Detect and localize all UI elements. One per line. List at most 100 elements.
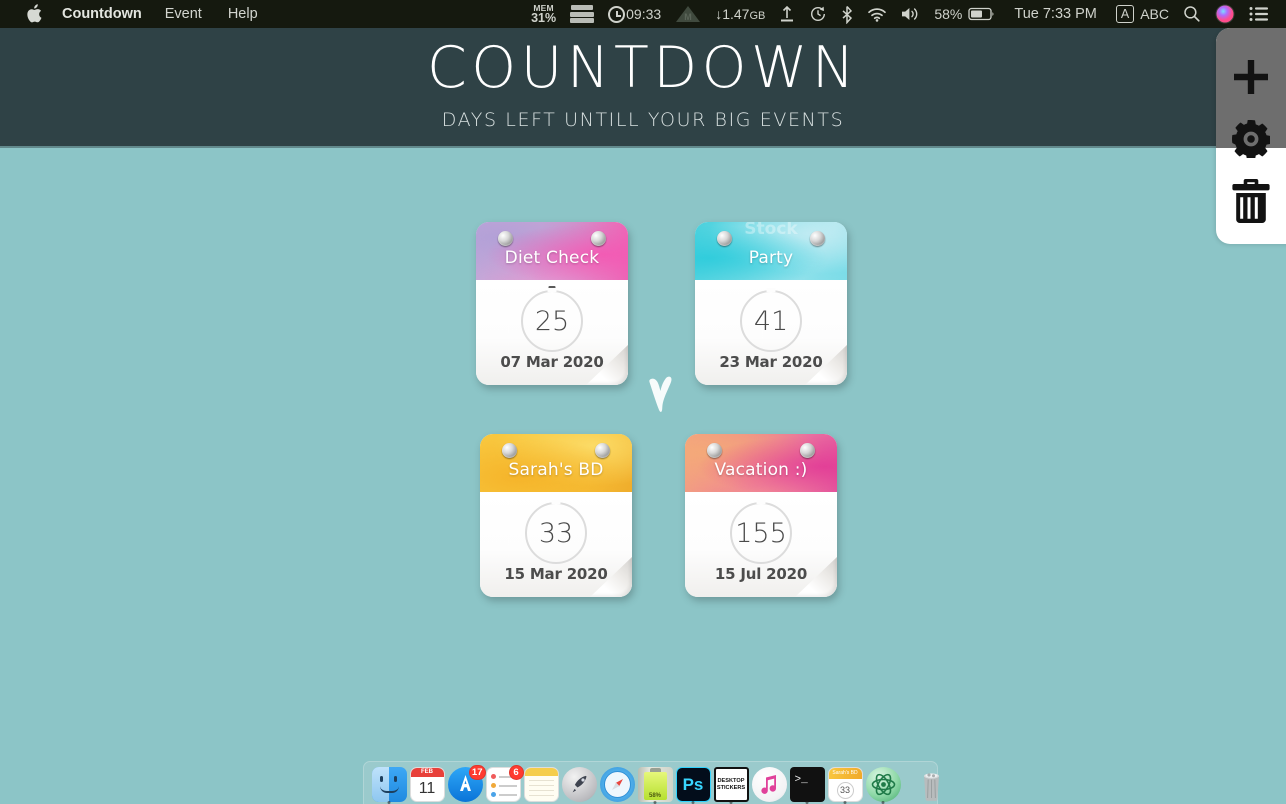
dock-item-photoshop[interactable]: Ps	[675, 767, 711, 804]
wifi-icon	[868, 8, 887, 22]
card-header: Diet Check	[476, 222, 628, 280]
grommet-icon	[800, 443, 815, 458]
delete-event-button[interactable]	[1216, 170, 1286, 232]
status-upload[interactable]	[772, 5, 802, 23]
menu-item-countdown[interactable]: Countdown	[46, 0, 152, 28]
status-network[interactable]: ↓1.47GB	[708, 6, 772, 22]
event-card[interactable]: Diet Check 25 07 Mar 2020	[476, 222, 628, 385]
dock-item-desktop-stickers[interactable]: DESKTOP STICKERS	[713, 767, 749, 804]
event-card-grid: Diet Check 25 07 Mar 2020 Stock Party 41…	[0, 148, 1216, 748]
card-body: 41 23 Mar 2020	[695, 280, 847, 385]
grommet-icon	[707, 443, 722, 458]
desktop-stickers-label: DESKTOP STICKERS	[716, 777, 746, 791]
grommet-icon	[591, 231, 606, 246]
gear-icon	[1232, 120, 1270, 158]
svg-text:M: M	[684, 12, 692, 22]
card-title: Diet Check	[504, 248, 600, 268]
countdown-dock-days: 33	[836, 781, 854, 799]
ring-tick-icon	[548, 286, 556, 289]
uptime-value: 09:33	[626, 6, 662, 22]
card-title: Vacation :)	[714, 460, 808, 480]
days-remaining: 33	[538, 517, 574, 549]
days-ring: 33	[525, 502, 587, 564]
status-time-machine[interactable]	[802, 5, 834, 23]
upload-icon	[781, 5, 794, 22]
event-card[interactable]: Vacation :) 155 15 Jul 2020	[685, 434, 837, 597]
calendar-day: 11	[418, 780, 436, 797]
plus-icon	[1234, 60, 1268, 94]
card-title: Party	[748, 248, 794, 268]
status-memory[interactable]: MEM 31%	[524, 3, 563, 25]
input-source-badge: A	[1115, 5, 1135, 23]
apple-menu-icon[interactable]	[26, 4, 42, 24]
tool-panel	[1216, 28, 1286, 244]
menu-item-help[interactable]: Help	[215, 0, 271, 28]
battery-percent: 58%	[934, 6, 963, 22]
status-disk[interactable]	[563, 5, 601, 23]
app-header: COUNTDOWN DAYS LEFT UNTILL YOUR BIG EVEN…	[0, 28, 1286, 148]
status-volume[interactable]	[894, 6, 927, 22]
header-divider	[0, 146, 1286, 148]
dock-badge: 6	[508, 765, 524, 780]
card-body: 33 15 Mar 2020	[480, 492, 632, 597]
dock-item-app-store[interactable]: 17	[447, 765, 486, 802]
status-notification-center[interactable]	[1242, 6, 1276, 22]
dock-item-atom[interactable]	[865, 767, 901, 804]
dock-item-launchpad[interactable]	[561, 767, 597, 802]
status-input-source[interactable]: A ABC	[1109, 5, 1176, 23]
days-ring: 25	[521, 286, 583, 352]
network-down-value: ↓1.47	[715, 6, 750, 22]
status-mountain[interactable]: M	[668, 5, 708, 23]
dock-item-trash[interactable]	[914, 767, 949, 802]
battery-icon	[968, 7, 994, 21]
dock-item-countdown[interactable]: Sarah's BD 33	[827, 767, 863, 804]
dock-item-finder[interactable]	[371, 767, 407, 804]
atom-icon	[871, 773, 895, 796]
volume-icon	[902, 8, 918, 20]
days-remaining: 25	[534, 305, 570, 337]
dock-item-reminders[interactable]: 6	[485, 765, 524, 802]
dock-item-battery-monitor[interactable]: 58%	[637, 767, 673, 804]
grommet-icon	[502, 443, 517, 458]
menu-bar: Countdown Event Help MEM 31% 09:33 M ↓1.…	[0, 0, 1286, 28]
rocket-icon	[572, 775, 586, 793]
time-machine-icon	[811, 6, 826, 21]
menu-item-event[interactable]: Event	[152, 0, 215, 28]
status-spotlight[interactable]	[1176, 5, 1208, 23]
photoshop-label: Ps	[682, 774, 704, 794]
days-remaining: 155	[735, 517, 787, 549]
dock: FEB 11 17 6 58% Ps DESKTOP STICKERS >_ S…	[363, 761, 939, 804]
memory-value: 31%	[531, 11, 557, 25]
status-bluetooth[interactable]	[834, 5, 860, 24]
status-battery[interactable]: 58%	[927, 6, 1002, 22]
card-header: Stock Party	[695, 222, 847, 280]
settings-button[interactable]	[1216, 108, 1286, 170]
trash-icon	[1232, 179, 1270, 223]
dock-item-terminal[interactable]: >_	[789, 767, 825, 804]
grommet-icon	[717, 231, 732, 246]
calendar-month: FEB	[410, 768, 444, 777]
status-uptime[interactable]: 09:33	[601, 5, 668, 23]
search-icon	[1184, 6, 1200, 22]
card-body: 155 15 Jul 2020	[685, 492, 837, 597]
grommet-icon	[810, 231, 825, 246]
dock-badge: 17	[468, 765, 486, 780]
dock-item-itunes[interactable]	[751, 767, 787, 802]
card-header: Sarah's BD	[480, 434, 632, 492]
days-ring: 155	[730, 502, 792, 564]
status-datetime[interactable]: Tue 7:33 PM	[1002, 6, 1108, 22]
page-subtitle: DAYS LEFT UNTILL YOUR BIG EVENTS	[441, 109, 845, 131]
status-siri[interactable]	[1208, 4, 1242, 24]
dock-item-safari[interactable]	[599, 767, 635, 802]
compass-icon	[603, 771, 631, 798]
event-card[interactable]: Stock Party 41 23 Mar 2020	[695, 222, 847, 385]
event-card[interactable]: Sarah's BD 33 15 Mar 2020	[480, 434, 632, 597]
siri-icon	[1215, 4, 1235, 24]
add-event-button[interactable]	[1216, 46, 1286, 108]
dock-item-calendar[interactable]: FEB 11	[409, 767, 445, 802]
notification-center-icon	[1249, 7, 1268, 21]
dock-item-notes[interactable]	[523, 767, 559, 802]
status-wifi[interactable]	[860, 6, 894, 22]
network-down-unit: GB	[749, 10, 766, 22]
days-ring: 41	[740, 290, 802, 352]
